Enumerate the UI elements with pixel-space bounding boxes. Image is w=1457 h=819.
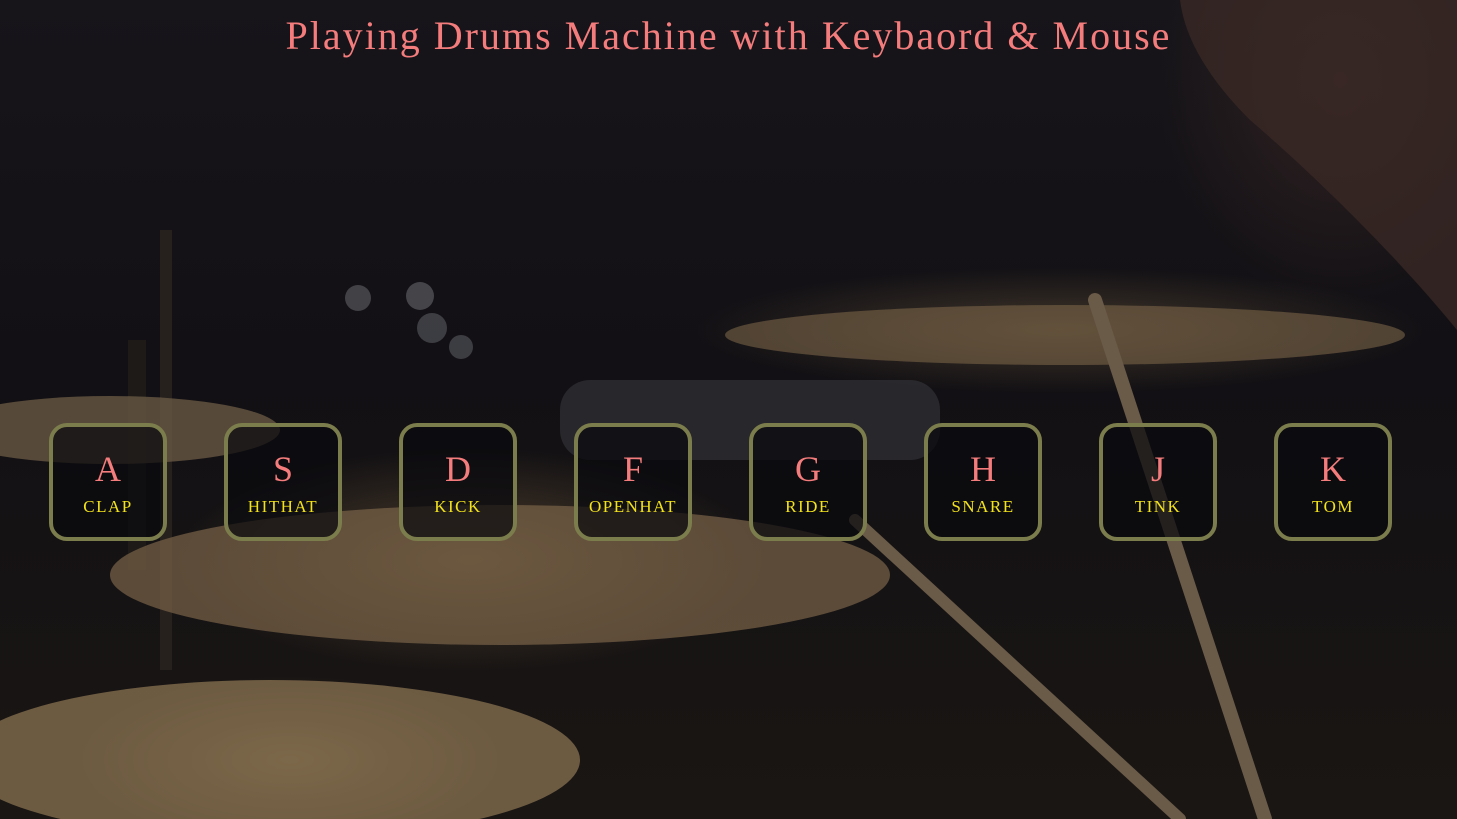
key-letter: S xyxy=(272,449,294,489)
drum-key-ride[interactable]: G RIDE xyxy=(749,423,867,541)
sound-label: OPENHAT xyxy=(589,497,677,516)
sound-label: KICK xyxy=(434,497,482,516)
drumstick-center xyxy=(849,514,1186,819)
drum-key-tink[interactable]: J TINK xyxy=(1099,423,1217,541)
drum-keys: A CLAP S HITHAT D KICK F OPENHAT G RIDE … xyxy=(49,423,1399,547)
background-drum-photo xyxy=(0,0,1457,819)
sound-label: SNARE xyxy=(951,497,1015,516)
key-letter: J xyxy=(1150,449,1165,489)
bokeh-light xyxy=(417,313,447,343)
key-letter: A xyxy=(95,449,121,489)
key-letter: K xyxy=(1320,449,1346,489)
sound-label: TOM xyxy=(1312,497,1354,516)
bokeh-light xyxy=(345,285,371,311)
bokeh-light xyxy=(449,335,473,359)
drum-key-tom[interactable]: K TOM xyxy=(1274,423,1392,541)
sound-label: TINK xyxy=(1134,497,1182,516)
drumstick-right xyxy=(1088,293,1272,819)
drum-stage: Playing Drums Machine with Keybaord & Mo… xyxy=(0,0,1457,819)
page-title: Playing Drums Machine with Keybaord & Mo… xyxy=(285,13,1172,58)
key-letter: F xyxy=(622,449,644,489)
key-letter: H xyxy=(970,449,996,489)
cymbal-right xyxy=(725,305,1405,365)
bokeh-light xyxy=(406,282,434,310)
sound-label: RIDE xyxy=(785,497,831,516)
drum-key-openhat[interactable]: F OPENHAT xyxy=(574,423,692,541)
drum-key-hithat[interactable]: S HITHAT xyxy=(224,423,342,541)
sound-label: HITHAT xyxy=(247,497,319,516)
key-letter: G xyxy=(795,449,821,489)
drum-key-kick[interactable]: D KICK xyxy=(399,423,517,541)
sound-label: CLAP xyxy=(83,497,133,516)
key-letter: D xyxy=(445,449,471,489)
drum-key-snare[interactable]: H SNARE xyxy=(924,423,1042,541)
drum-key-clap[interactable]: A CLAP xyxy=(49,423,167,541)
cymbal-bottom xyxy=(0,680,580,819)
